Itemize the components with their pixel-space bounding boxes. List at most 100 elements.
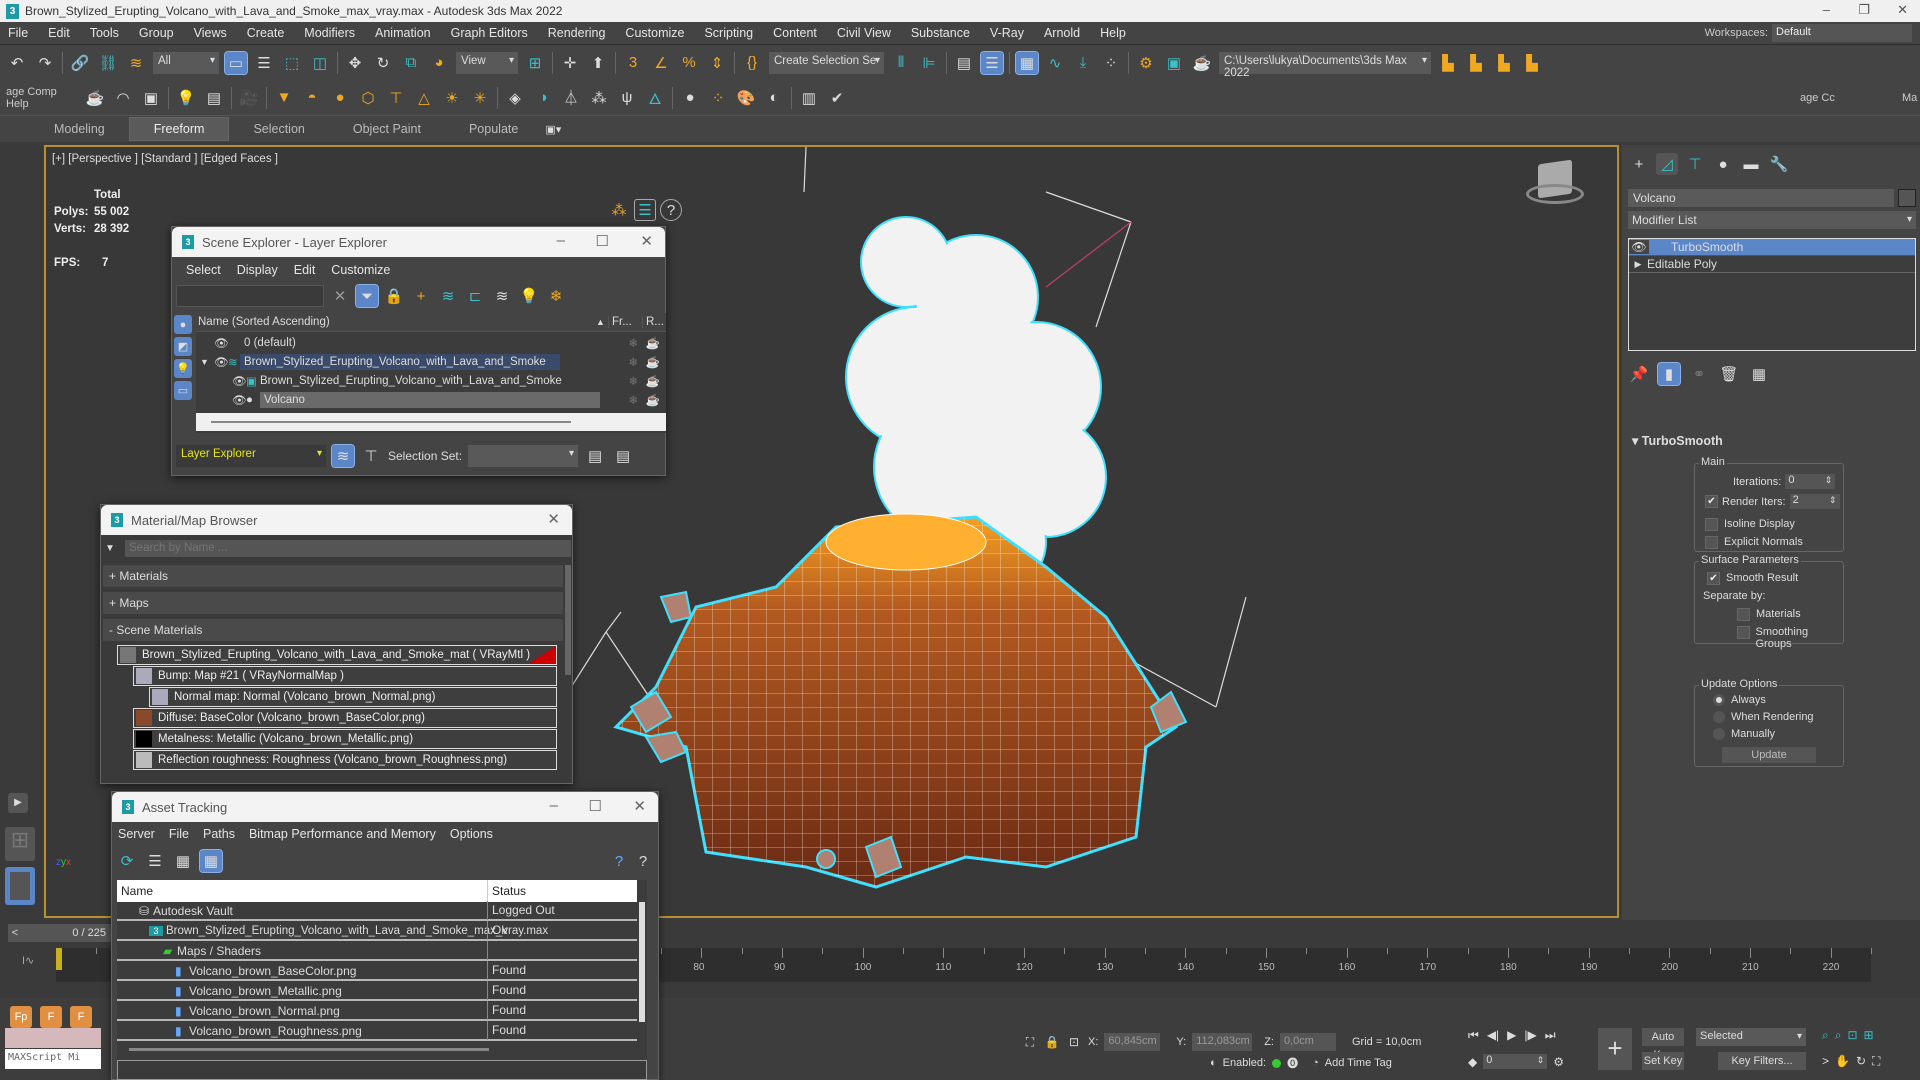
refresh-icon[interactable]: ⟳ — [116, 850, 138, 872]
edit-named-selection-icon[interactable]: {} — [741, 52, 763, 74]
single-layout-icon[interactable] — [5, 867, 35, 905]
map-item[interactable]: Bump: Map #21 ( VRayNormalMap ) — [133, 666, 557, 686]
maximize-viewport-icon[interactable]: ⛶ — [1872, 1054, 1880, 1069]
selection-filter-dropdown[interactable]: All — [153, 51, 219, 74]
add-layer-icon[interactable]: + — [410, 285, 432, 307]
menu-views[interactable]: Views — [194, 26, 227, 40]
map-item[interactable]: Metalness: Metallic (Volcano_brown_Metal… — [133, 729, 557, 749]
menu-bitmap-performance[interactable]: Bitmap Performance and Memory — [249, 827, 436, 841]
isoline-display-checkbox[interactable] — [1705, 518, 1718, 531]
iterations-spinner[interactable]: 0 — [1785, 474, 1836, 489]
manually-radio[interactable] — [1713, 728, 1725, 740]
multi-material-icon[interactable]: ⁘ — [707, 87, 729, 109]
camera-icon[interactable]: 🎥 — [238, 87, 260, 109]
key-filters-button[interactable]: Key Filters... — [1718, 1052, 1806, 1070]
absolute-mode-icon[interactable]: ⊡ — [1066, 1031, 1082, 1053]
tab-populate[interactable]: Populate — [445, 118, 542, 140]
select-set-2-icon[interactable]: ▤ — [612, 445, 634, 467]
show-end-result-icon[interactable]: ▮ — [1657, 362, 1681, 386]
rollout-turbosmooth-header[interactable]: ▾ TurboSmooth — [1632, 433, 1723, 448]
select-by-name-icon[interactable]: ☰ — [253, 52, 275, 74]
stack-item-turbosmooth[interactable]: 👁 TurboSmooth — [1629, 239, 1915, 256]
project-switch-icon[interactable]: ▙ — [1521, 52, 1543, 74]
map-item[interactable]: Diffuse: BaseColor (Volcano_brown_BaseCo… — [133, 708, 557, 728]
select-manipulate-icon[interactable]: ✛ — [559, 52, 581, 74]
align-icon[interactable]: ⊫ — [918, 52, 940, 74]
set-key-button[interactable]: Set Key — [1642, 1052, 1684, 1070]
menu-tools[interactable]: Tools — [90, 26, 119, 40]
asset-horizontal-scrollbar[interactable] — [129, 1048, 489, 1051]
maximize-icon[interactable]: ❐ — [1858, 2, 1870, 18]
volume-grid-icon[interactable]: 🜂 — [644, 87, 666, 109]
tree-row[interactable]: 👁 0 (default) ❄ ☕ — [196, 333, 666, 352]
layer-mode-icon[interactable]: ≋ — [331, 444, 355, 468]
close-icon[interactable]: ✕ — [547, 510, 560, 528]
menu-file[interactable]: File — [8, 26, 28, 40]
eye-icon[interactable]: 👁 — [1629, 240, 1649, 254]
render-setup-icon[interactable]: ⚙ — [1135, 52, 1157, 74]
sky-icon[interactable]: ✳ — [469, 87, 491, 109]
always-radio[interactable] — [1713, 694, 1725, 706]
hierarchy-icon[interactable]: ⊏ — [464, 285, 486, 307]
col-name[interactable]: Name — [121, 884, 153, 898]
render-iters-checkbox[interactable]: ✔ — [1705, 495, 1718, 508]
configure-sets-icon[interactable]: ▦ — [1748, 363, 1770, 385]
camera-list-icon[interactable]: ▤ — [203, 87, 225, 109]
list-view-icon[interactable]: ☰ — [144, 850, 166, 872]
zoom-all-icon[interactable]: ⌕ — [1835, 1028, 1842, 1043]
project-settings-icon[interactable]: ▙ — [1437, 52, 1459, 74]
container-icon[interactable]: ▣ — [140, 87, 162, 109]
vray-icon[interactable]: ✔ — [826, 87, 848, 109]
material-search-input[interactable] — [125, 539, 571, 557]
materials-checkbox[interactable] — [1737, 608, 1750, 621]
freeze-icon[interactable]: ❄ — [628, 374, 638, 388]
selection-lock-icon[interactable]: ⛶ — [1022, 1031, 1038, 1053]
tab-freeform[interactable]: Freeform — [128, 117, 230, 141]
lock-icon[interactable]: 🔒 — [1044, 1031, 1060, 1053]
menu-file[interactable]: File — [169, 827, 189, 841]
pivot-center-icon[interactable]: ⊞ — [524, 52, 546, 74]
close-icon[interactable]: ✕ — [640, 232, 653, 250]
time-config-icon[interactable]: ⚙ — [1553, 1055, 1564, 1069]
render-teapot-icon[interactable]: ☕ — [646, 336, 660, 350]
grass-icon[interactable]: ψ — [616, 87, 638, 109]
menu-content[interactable]: Content — [773, 26, 817, 40]
context-help-icon[interactable]: ? — [632, 850, 654, 872]
ambient-light-icon[interactable]: △ — [413, 87, 435, 109]
menu-options[interactable]: Options — [450, 827, 493, 841]
make-unique-icon[interactable]: ⚭ — [1688, 363, 1710, 385]
mirror-icon[interactable]: ⫴ — [890, 52, 912, 74]
project-path-dropdown[interactable]: C:\Users\lukya\Documents\3ds Max 2022 — [1219, 51, 1431, 79]
maximize-icon[interactable]: ☐ — [596, 232, 609, 250]
proxy-icon[interactable]: ◈ — [504, 87, 526, 109]
close-icon[interactable]: ✕ — [1897, 2, 1908, 18]
mesh-light-icon[interactable]: ⬡ — [357, 87, 379, 109]
keyboard-shortcut-icon[interactable]: ⬆ — [587, 52, 609, 74]
teapot-icon[interactable]: ☕ — [84, 87, 106, 109]
toggle-scene-explorer-icon[interactable]: ▤ — [953, 52, 975, 74]
material-sphere-icon[interactable]: ● — [679, 87, 701, 109]
smooth-result-checkbox[interactable]: ✔ — [1707, 572, 1720, 585]
toggle-layer-explorer-icon[interactable]: ☰ — [980, 50, 1004, 75]
light-filter-side-icon[interactable]: 💡 — [174, 359, 192, 378]
curve-editor-icon[interactable]: ∿ — [1044, 52, 1066, 74]
smoothing-groups-checkbox[interactable] — [1737, 626, 1750, 639]
menu-edit[interactable]: Edit — [48, 26, 70, 40]
object-color-swatch[interactable] — [1898, 189, 1916, 207]
redo-icon[interactable]: ↷ — [34, 52, 56, 74]
clear-search-icon[interactable]: ✕ — [329, 285, 351, 307]
link-icon[interactable]: 🔗 — [69, 52, 91, 74]
horizontal-scrollbar[interactable] — [196, 413, 666, 431]
fur-icon[interactable]: ⁂ — [588, 87, 610, 109]
layers-icon[interactable]: ≋ — [437, 285, 459, 307]
quad-layout-icon[interactable]: ⊞ — [5, 827, 35, 861]
rendered-frame-window-icon[interactable]: ▣ — [1163, 52, 1185, 74]
asset-row[interactable]: ▮ Volcano_brown_BaseColor.png Found — [117, 961, 637, 981]
spot-light-icon[interactable]: ▼ — [273, 87, 295, 109]
modifier-list-dropdown[interactable]: Modifier List — [1628, 211, 1916, 229]
zoom-icon[interactable]: ⌕ — [1822, 1028, 1829, 1043]
visibility-eye-icon[interactable]: 👁 — [214, 355, 229, 369]
viewcube[interactable] — [1526, 159, 1586, 212]
angle-snap-icon[interactable]: ∠ — [650, 52, 672, 74]
expand-arrow-icon[interactable]: ▶ — [1629, 259, 1647, 270]
